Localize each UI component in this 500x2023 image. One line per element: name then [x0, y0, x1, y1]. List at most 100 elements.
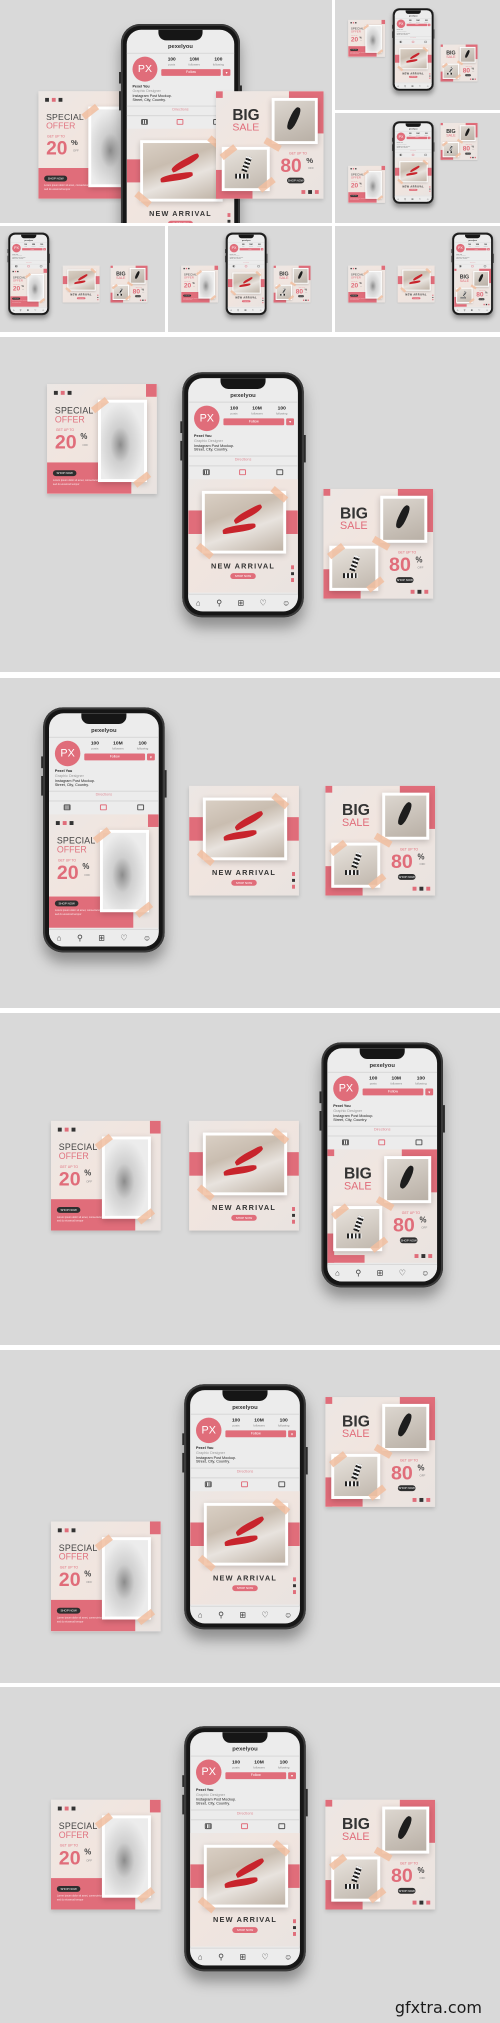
shop-now-button[interactable]: SHOP NOW — [350, 294, 359, 297]
more-options-button[interactable]: ▾ — [427, 23, 431, 27]
more-options-button[interactable]: ▾ — [222, 69, 231, 76]
featured-post[interactable]: SPECIAL OFFER GET UP TO 20 % OFF SHOP NO… — [10, 268, 48, 307]
shop-now-button[interactable]: SHOP NOW — [231, 879, 257, 886]
profile-icon[interactable]: ☺ — [284, 1953, 292, 1962]
featured-post[interactable]: BIG SALE GET UP TO 80 % OFF SHOP NOW — [327, 1149, 438, 1263]
follow-button[interactable]: Follow — [239, 248, 261, 251]
shop-now-button[interactable]: SHOP NOW — [408, 75, 418, 78]
stat-followers[interactable]: 10M followers — [31, 244, 35, 247]
add-icon[interactable]: ⊞ — [239, 1611, 246, 1620]
featured-post[interactable]: NEW ARRIVAL SHOP NOW — [394, 44, 432, 83]
avatar[interactable]: PX — [396, 19, 406, 29]
grid-icon[interactable] — [232, 265, 236, 268]
shop-now-button[interactable]: SHOP NOW — [168, 220, 193, 223]
stat-followers[interactable]: 10M followers — [112, 741, 124, 751]
stat-following[interactable]: 100 following — [415, 1076, 426, 1086]
add-icon[interactable]: ⊞ — [377, 1269, 384, 1278]
shop-now-button[interactable]: SHOP NOW — [232, 1585, 258, 1592]
home-icon[interactable]: ⌂ — [57, 934, 62, 943]
stat-posts[interactable]: 100 posts — [409, 132, 412, 135]
more-options-button[interactable]: ▾ — [427, 136, 431, 140]
home-icon[interactable]: ⌂ — [397, 197, 399, 200]
search-icon[interactable]: ⚲ — [20, 309, 22, 312]
follow-button[interactable]: Follow — [161, 69, 221, 76]
add-icon[interactable]: ⊞ — [244, 309, 246, 312]
shop-now-button[interactable]: SHOP NOW — [287, 177, 305, 184]
stat-posts[interactable]: 100 posts — [24, 244, 27, 247]
stat-following[interactable]: 100 following — [213, 57, 224, 67]
shop-now-button[interactable]: SHOP NOW — [12, 297, 21, 300]
reels-icon[interactable] — [27, 265, 30, 268]
home-icon[interactable]: ⌂ — [13, 309, 15, 312]
shop-now-button[interactable]: SHOP NOW — [231, 1214, 257, 1221]
featured-post[interactable]: NEW ARRIVAL SHOP NOW — [394, 157, 432, 196]
search-icon[interactable]: ⚲ — [404, 197, 406, 200]
stat-posts[interactable]: 100 posts — [230, 406, 238, 416]
avatar[interactable]: PX — [196, 1759, 222, 1785]
home-icon[interactable]: ⌂ — [198, 1611, 203, 1620]
stat-followers[interactable]: 10M followers — [416, 132, 420, 135]
search-icon[interactable]: ⚲ — [77, 934, 83, 943]
more-options-button[interactable]: ▾ — [288, 1430, 296, 1438]
reels-icon[interactable] — [241, 1822, 249, 1829]
reels-icon[interactable] — [412, 153, 415, 156]
directions-button[interactable]: Directions — [454, 261, 491, 262]
home-icon[interactable]: ⌂ — [457, 309, 459, 312]
stat-following[interactable]: 100 following — [484, 244, 488, 247]
shop-now-button[interactable]: SHOP NOW — [397, 1485, 416, 1492]
featured-post[interactable]: NEW ARRIVAL SHOP NOW — [188, 479, 298, 593]
more-options-button[interactable]: ▾ — [425, 1088, 434, 1096]
featured-post[interactable]: NEW ARRIVAL SHOP NOW — [190, 1833, 300, 1947]
shop-now-button[interactable]: SHOP NOW — [54, 900, 79, 907]
shop-now-button[interactable]: SHOP NOW — [298, 295, 304, 298]
add-icon[interactable]: ⊞ — [237, 599, 244, 608]
avatar[interactable]: PX — [132, 56, 158, 82]
shop-now-button[interactable]: SHOP NOW — [230, 573, 256, 580]
home-icon[interactable]: ⌂ — [196, 599, 201, 608]
stat-posts[interactable]: 100 posts — [232, 1418, 240, 1428]
profile-icon[interactable]: ☺ — [421, 1269, 429, 1278]
stat-posts[interactable]: 100 posts — [369, 1076, 377, 1086]
add-icon[interactable]: ⊞ — [239, 1953, 246, 1962]
shop-now-button[interactable]: SHOP NOW — [76, 297, 86, 300]
shop-now-button[interactable]: SHOP NOW — [395, 577, 414, 583]
reels-icon[interactable] — [241, 1480, 249, 1487]
profile-icon[interactable]: ☺ — [426, 197, 429, 200]
more-options-button[interactable]: ▾ — [288, 1772, 296, 1780]
stat-following[interactable]: 100 following — [424, 132, 428, 135]
grid-icon[interactable] — [63, 803, 71, 810]
tagged-icon[interactable] — [278, 1480, 285, 1487]
reels-icon[interactable] — [239, 468, 247, 475]
featured-post[interactable]: NEW ARRIVAL SHOP NOW — [190, 1491, 300, 1605]
heart-icon[interactable]: ♡ — [419, 197, 421, 200]
profile-icon[interactable]: ☺ — [486, 309, 489, 312]
heart-icon[interactable]: ♡ — [34, 309, 36, 312]
stat-followers[interactable]: 10M followers — [253, 1418, 265, 1428]
stat-following[interactable]: 100 following — [137, 741, 148, 751]
grid-icon[interactable] — [204, 1822, 212, 1829]
avatar[interactable]: PX — [12, 243, 21, 253]
profile-icon[interactable]: ☺ — [42, 309, 45, 312]
shop-now-button[interactable]: SHOP NOW — [465, 74, 471, 77]
add-icon[interactable]: ⊞ — [27, 309, 29, 312]
tagged-icon[interactable] — [137, 803, 144, 810]
stat-posts[interactable]: 100 posts — [91, 741, 99, 751]
tagged-icon[interactable] — [424, 153, 427, 156]
heart-icon[interactable]: ♡ — [252, 309, 254, 312]
home-icon[interactable]: ⌂ — [335, 1269, 340, 1278]
heart-icon[interactable]: ♡ — [478, 309, 480, 312]
home-icon[interactable]: ⌂ — [397, 84, 399, 87]
featured-post[interactable]: BIG SALE GET UP TO 80 % OFF SHOP NOW — [454, 268, 492, 307]
profile-icon[interactable]: ☺ — [259, 309, 262, 312]
follow-button[interactable]: Follow — [22, 248, 43, 251]
shop-now-button[interactable]: SHOP NOW — [44, 175, 68, 182]
shop-now-button[interactable]: SHOP NOW — [52, 470, 77, 477]
shop-now-button[interactable]: SHOP NOW — [399, 1237, 418, 1244]
more-options-button[interactable]: ▾ — [286, 418, 294, 426]
avatar[interactable]: PX — [456, 243, 465, 253]
search-icon[interactable]: ⚲ — [355, 1269, 361, 1278]
tagged-icon[interactable] — [424, 40, 427, 43]
stat-posts[interactable]: 100 posts — [409, 19, 412, 22]
follow-button[interactable]: Follow — [406, 136, 428, 140]
stat-posts[interactable]: 100 posts — [242, 244, 245, 247]
